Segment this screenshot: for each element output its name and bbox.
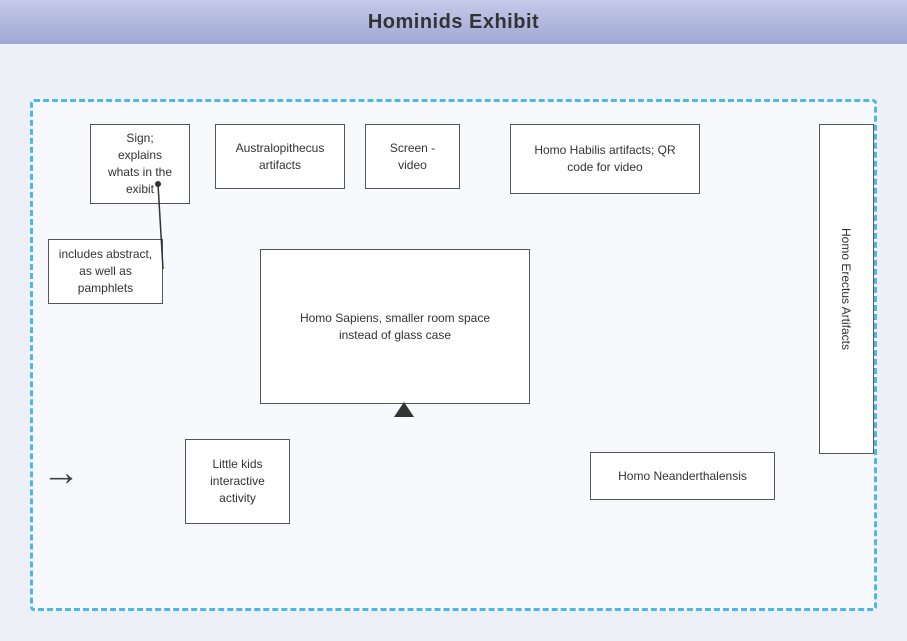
entrance-arrow: → bbox=[42, 454, 80, 492]
homo-erectus-box: Homo Erectus Artifacts bbox=[819, 124, 874, 454]
homo-sapiens-box: Homo Sapiens, smaller room space instead… bbox=[260, 249, 530, 404]
australopithecus-box: Australopithecus artifacts bbox=[215, 124, 345, 189]
screen-video-box: Screen - video bbox=[365, 124, 460, 189]
homo-neanderthalensis-box: Homo Neanderthalensis bbox=[590, 452, 775, 500]
pamphlets-box: includes abstract, as well as pamphlets bbox=[48, 239, 163, 304]
canvas: Sign; explains whats in the exibit inclu… bbox=[0, 44, 907, 641]
homo-habilis-box: Homo Habilis artifacts; QR code for vide… bbox=[510, 124, 700, 194]
little-kids-box: Little kids interactive activity bbox=[185, 439, 290, 524]
sign-box: Sign; explains whats in the exibit bbox=[90, 124, 190, 204]
page-title: Hominids Exhibit bbox=[368, 11, 539, 34]
title-bar: Hominids Exhibit bbox=[0, 0, 907, 44]
